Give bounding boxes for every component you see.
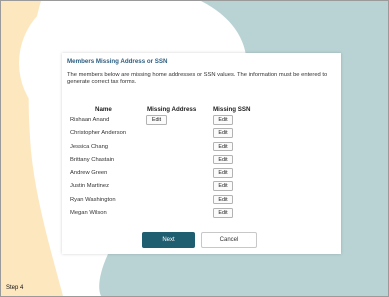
column-header-missing-address: Missing Address [147, 106, 197, 113]
member-name: Christopher Anderson [70, 130, 127, 137]
edit-ssn-button[interactable]: Edit [213, 141, 233, 152]
column-header-missing-ssn: Missing SSN [213, 106, 251, 113]
member-name: Andrew Green [70, 170, 108, 177]
member-name: Rishaan Anand [70, 117, 110, 123]
edit-ssn-button[interactable]: Edit [213, 194, 233, 205]
table-row: Brittany Chastain Edit [62, 154, 341, 167]
slide-frame: Members Missing Address or SSN The membe… [0, 0, 389, 297]
edit-ssn-button[interactable]: Edit [213, 168, 233, 178]
edit-ssn-button[interactable]: Edit [213, 208, 233, 218]
edit-ssn-button[interactable]: Edit [213, 115, 233, 125]
missing-info-dialog: Members Missing Address or SSN The membe… [62, 53, 341, 254]
table-row: Jessica Chang Edit [62, 141, 341, 154]
members-table: Rishaan Anand Edit Edit Christopher Ande… [62, 114, 341, 220]
table-row: Rishaan Anand Edit Edit [62, 114, 341, 127]
table-row: Ryan Washington Edit [62, 194, 341, 207]
edit-ssn-button[interactable]: Edit [213, 128, 233, 138]
dialog-description: The members below are missing home addre… [67, 72, 328, 86]
member-name: Brittany Chastain [70, 156, 115, 163]
edit-ssn-button[interactable]: Edit [213, 154, 233, 165]
table-row: Justin Martinez Edit [62, 180, 341, 193]
member-name: Megan Wilson [70, 210, 107, 217]
table-row: Christopher Anderson Edit [62, 127, 341, 140]
cancel-button[interactable]: Cancel [201, 232, 257, 248]
member-name: Justin Martinez [70, 183, 109, 190]
member-name: Ryan Washington [70, 196, 116, 203]
column-header-name: Name [95, 106, 112, 113]
step-label: Step 4 [6, 285, 24, 291]
member-name: Jessica Chang [70, 143, 109, 150]
table-row: Megan Wilson Edit [62, 207, 341, 220]
next-button[interactable]: Next [142, 232, 195, 248]
table-row: Andrew Green Edit [62, 167, 341, 180]
edit-address-button[interactable]: Edit [146, 115, 167, 125]
dialog-title: Members Missing Address or SSN [67, 58, 168, 65]
edit-ssn-button[interactable]: Edit [213, 181, 233, 191]
